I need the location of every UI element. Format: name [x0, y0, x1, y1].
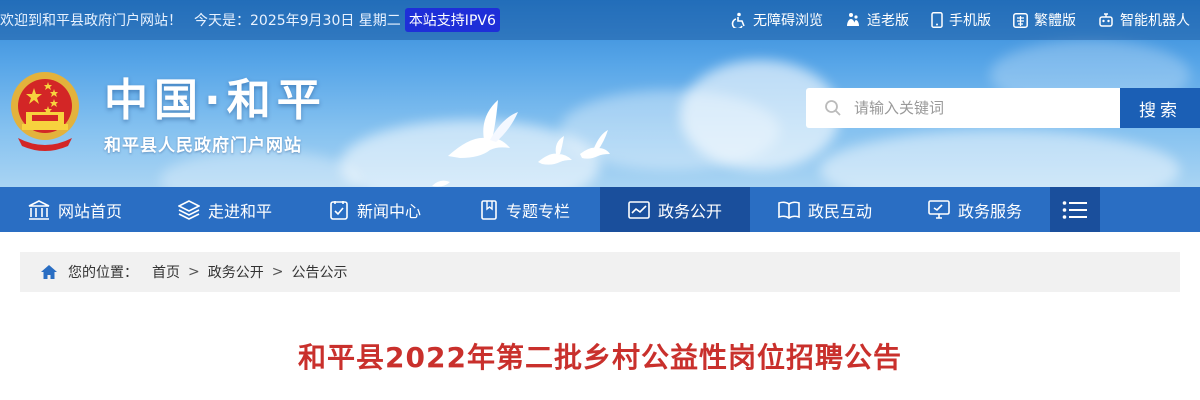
robot-link[interactable]: 智能机器人: [1098, 10, 1190, 30]
nav-label: 走进和平: [207, 201, 272, 221]
site-banner: 欢迎到和平县政府门户网站！ 今天是：2025年9月30日 星期二 本站支持IPV…: [0, 0, 1200, 187]
search-icon: [825, 100, 841, 116]
search-box: [806, 88, 1120, 128]
elderly-mode-link[interactable]: 适老版: [845, 10, 909, 30]
traditional-chinese-link[interactable]: 繁體版: [1013, 10, 1076, 30]
welcome-text: 欢迎到和平县政府门户网站！: [0, 13, 182, 29]
breadcrumb-label: 您的位置：: [68, 265, 138, 281]
traditional-chinese-icon: [1013, 12, 1028, 28]
breadcrumb-separator: >: [271, 264, 284, 280]
home-building-icon: [28, 199, 50, 220]
nav-label: 新闻中心: [356, 201, 421, 221]
menu-icon: [1062, 200, 1087, 219]
monitor-icon: [928, 199, 950, 219]
topbar-links: 无障碍浏览 适老版 手机版 繁體版 智能机器人: [709, 10, 1200, 30]
search-button[interactable]: 搜索: [1120, 88, 1200, 128]
mobile-icon: [931, 12, 943, 28]
accessibility-link[interactable]: 无障碍浏览: [731, 10, 823, 30]
home-icon: [41, 265, 57, 279]
elderly-icon: [847, 13, 859, 26]
ipv6-badge: 本站支持IPV6: [404, 8, 500, 32]
mobile-version-link[interactable]: 手机版: [931, 10, 991, 30]
nav-item-interaction[interactable]: 政民互动: [750, 187, 900, 232]
mobile-label: 手机版: [949, 13, 991, 29]
nav-item-home[interactable]: 网站首页: [0, 187, 150, 232]
breadcrumb-home-link[interactable]: 首页: [152, 262, 180, 282]
layers-icon: [177, 199, 200, 220]
top-utility-bar: 欢迎到和平县政府门户网站！ 今天是：2025年9月30日 星期二 本站支持IPV…: [0, 0, 1200, 40]
nav-menu-button[interactable]: [1050, 187, 1100, 232]
traditional-chinese-label: 繁體版: [1034, 13, 1076, 29]
accessibility-label: 无障碍浏览: [753, 13, 823, 29]
document-check-icon: [330, 200, 348, 220]
nav-label: 专题专栏: [505, 201, 570, 221]
nav-label: 网站首页: [57, 201, 122, 221]
search-input[interactable]: [854, 99, 1094, 117]
nav-label: 政务服务: [957, 201, 1022, 221]
cloud-decoration: [820, 130, 1180, 187]
topbar-info: 欢迎到和平县政府门户网站！ 今天是：2025年9月30日 星期二 本站支持IPV…: [0, 8, 500, 32]
date-text: 今天是：2025年9月30日 星期二: [194, 13, 401, 29]
nav-label: 政民互动: [807, 201, 872, 221]
nav-item-services[interactable]: 政务服务: [900, 187, 1050, 232]
breadcrumb-separator: >: [188, 264, 200, 280]
robot-icon: [1099, 13, 1113, 27]
nav-item-about[interactable]: 走进和平: [150, 187, 300, 232]
dove-icon: [538, 136, 572, 165]
breadcrumb-announcements-link[interactable]: 公告公示: [291, 262, 347, 282]
chart-icon: [628, 200, 650, 219]
nav-item-news[interactable]: 新闻中心: [300, 187, 450, 232]
breadcrumb-gov-affairs-link[interactable]: 政务公开: [208, 262, 264, 282]
national-emblem-icon: [11, 72, 79, 151]
dove-icon: [580, 130, 610, 159]
main-nav: 网站首页 走进和平 新闻中心 专题专栏 政务公开 政民互动 政务服务: [0, 187, 1200, 232]
breadcrumb: 您的位置： 首页 > 政务公开 > 公告公示: [20, 252, 1180, 292]
site-title: 中国·和平: [104, 75, 327, 126]
nav-item-gov-affairs[interactable]: 政务公开: [600, 187, 750, 232]
site-subtitle: 和平县人民政府门户网站: [104, 136, 302, 156]
bookmark-icon: [481, 199, 497, 220]
article-title: 和平县2022年第二批乡村公益性岗位招聘公告: [298, 341, 902, 374]
book-open-icon: [778, 201, 800, 219]
nav-label: 政务公开: [657, 201, 722, 221]
dove-icon: [432, 180, 450, 187]
accessibility-icon: [731, 12, 745, 28]
nav-item-topics[interactable]: 专题专栏: [450, 187, 600, 232]
dove-icon: [448, 100, 518, 158]
robot-label: 智能机器人: [1120, 13, 1190, 29]
elderly-label: 适老版: [867, 13, 909, 29]
